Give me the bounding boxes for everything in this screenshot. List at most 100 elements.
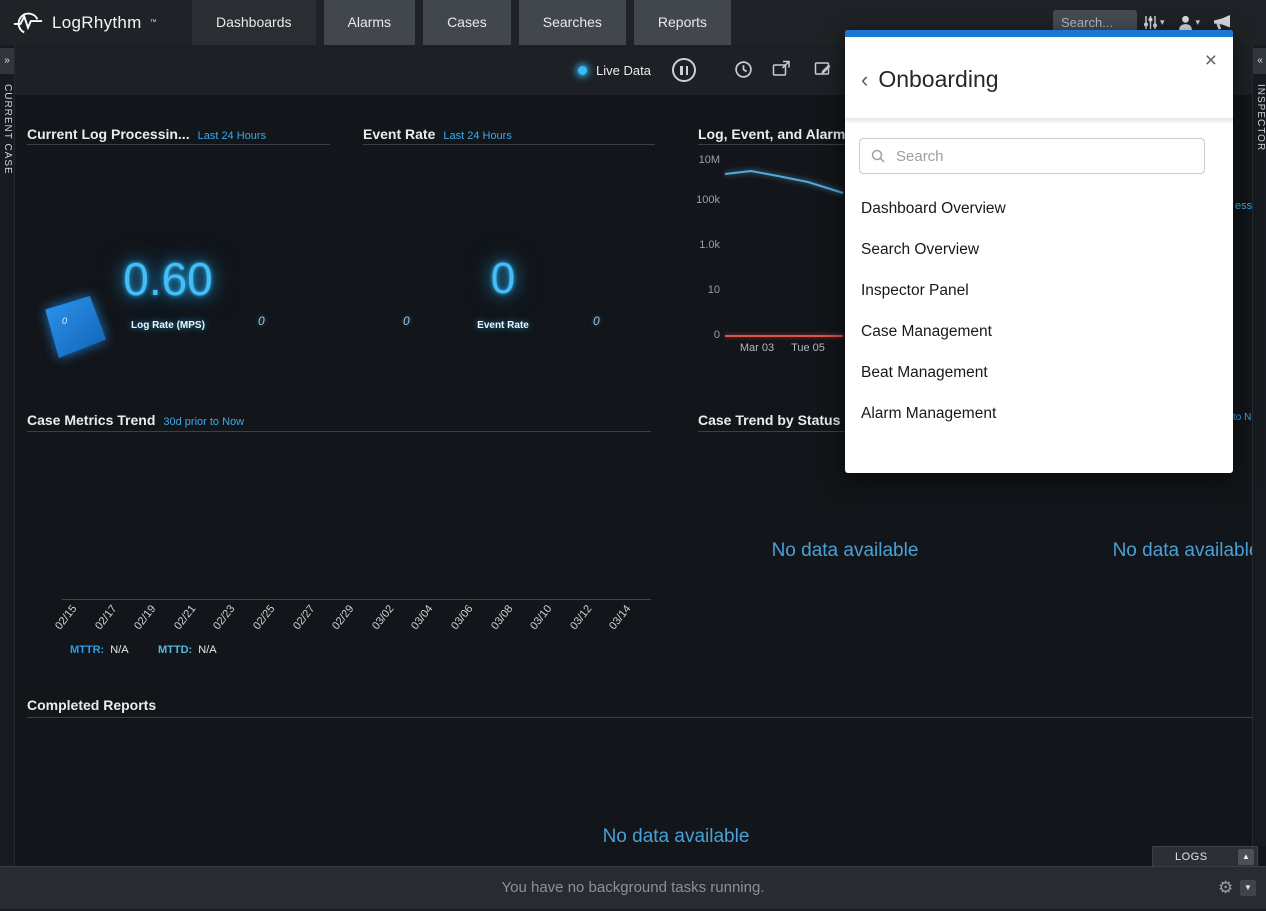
caret-down-icon: ▾	[1196, 17, 1201, 28]
divider	[27, 431, 651, 432]
truncated-label-fragment: to N	[1233, 412, 1251, 423]
onboarding-title: Onboarding	[878, 66, 998, 93]
gauge-max-label: 0	[258, 314, 265, 328]
panel-title: Case Metrics Trend	[27, 412, 155, 428]
time-range-button[interactable]	[734, 60, 753, 79]
export-window-icon	[772, 60, 791, 77]
mttr-value: N/A	[110, 644, 128, 656]
log-rate-gauge: 0	[44, 296, 106, 358]
back-icon[interactable]: ‹	[861, 69, 868, 91]
live-data-indicator-icon	[578, 66, 587, 75]
down-arrow-icon: ▼	[1244, 883, 1252, 892]
x-tick-label: 02/23	[202, 603, 237, 643]
background-tasks-status: You have no background tasks running.	[0, 867, 1266, 909]
expand-current-case-button[interactable]: »	[0, 48, 14, 74]
x-tick-label: 03/10	[519, 603, 554, 643]
logo[interactable]: LogRhythm ™	[12, 0, 157, 45]
panel-title: Current Log Processin...	[27, 126, 190, 142]
gear-icon: ⚙	[1218, 878, 1233, 897]
primary-tabs: Dashboards Alarms Cases Searches Reports	[192, 0, 731, 45]
x-axis-tick: Mar 03	[735, 342, 779, 354]
tab-reports[interactable]: Reports	[634, 0, 731, 45]
onboarding-item-search-overview[interactable]: Search Overview	[845, 229, 1233, 270]
divider	[698, 144, 848, 145]
divider	[363, 144, 655, 145]
y-axis-tick: 10M	[690, 154, 720, 166]
x-tick-label: 03/06	[440, 603, 475, 643]
add-widget-button[interactable]	[772, 60, 791, 77]
logo-text: LogRhythm	[52, 13, 142, 33]
panel-header-event-rate: Event Rate Last 24 Hours	[363, 126, 512, 142]
onboarding-item-alarm-management[interactable]: Alarm Management	[845, 393, 1233, 434]
panel-title: Event Rate	[363, 126, 435, 142]
log-event-alarm-chart	[723, 152, 845, 344]
x-tick-label: 02/21	[163, 603, 198, 643]
live-data-status: Live Data	[578, 45, 651, 95]
current-case-drawer: » CURRENT CASE	[0, 45, 15, 866]
y-axis-tick: 1.0k	[690, 239, 720, 251]
edit-dashboard-button[interactable]	[814, 60, 833, 77]
pause-icon	[680, 66, 683, 75]
panel-range: Last 24 Hours	[198, 130, 266, 142]
current-case-tab[interactable]: CURRENT CASE	[2, 84, 13, 175]
event-rate-label: Event Rate	[433, 320, 573, 331]
onboarding-item-beat-management[interactable]: Beat Management	[845, 352, 1233, 393]
pause-icon	[686, 66, 689, 75]
tab-alarms[interactable]: Alarms	[324, 0, 416, 45]
x-tick-label: 02/27	[282, 603, 317, 643]
onboarding-popover: ‹ Onboarding × Dashboard Overview Search…	[845, 30, 1233, 473]
panel-header-log-processing: Current Log Processin... Last 24 Hours	[27, 126, 266, 142]
tab-cases[interactable]: Cases	[423, 0, 511, 45]
announcements-button[interactable]	[1212, 14, 1233, 31]
double-arrow-left-icon: «	[1257, 55, 1263, 66]
pause-live-data-button[interactable]	[672, 58, 696, 82]
close-icon: ×	[1205, 49, 1217, 72]
expand-inspector-button[interactable]: «	[1253, 48, 1266, 74]
divider	[27, 144, 330, 145]
divider	[27, 717, 1257, 718]
expand-logs-button[interactable]: ▲	[1238, 849, 1254, 865]
panel-header-case-metrics: Case Metrics Trend 30d prior to Now	[27, 412, 244, 428]
up-arrow-icon: ▲	[1242, 852, 1250, 861]
panel-header-case-trend: Case Trend by Status	[698, 412, 840, 428]
x-tick-label: 03/14	[598, 603, 633, 643]
caret-down-icon: ▾	[1160, 17, 1165, 28]
x-tick-label: 03/08	[480, 603, 515, 643]
panel-title: Completed Reports	[27, 697, 156, 713]
y-axis-tick: 100k	[690, 194, 720, 206]
close-button[interactable]: ×	[1205, 50, 1217, 71]
onboarding-item-dashboard-overview[interactable]: Dashboard Overview	[845, 188, 1233, 229]
search-icon	[870, 148, 886, 164]
x-axis-tick: Tue 05	[786, 342, 830, 354]
inspector-tab[interactable]: INSPECTOR	[1255, 84, 1266, 151]
header-shadow	[845, 118, 1233, 124]
panel-title: Log, Event, and Alarm	[698, 126, 845, 142]
onboarding-topic-list: Dashboard Overview Search Overview Inspe…	[845, 188, 1233, 434]
status-bar: You have no background tasks running. ⚙ …	[0, 866, 1266, 909]
logs-panel-tab[interactable]: LOGS ▲	[1152, 846, 1258, 866]
live-data-label: Live Data	[596, 63, 651, 78]
collapse-status-bar-button[interactable]: ▼	[1240, 880, 1256, 896]
tab-searches[interactable]: Searches	[519, 0, 626, 45]
onboarding-search-box	[859, 138, 1205, 174]
panel-header-completed-reports: Completed Reports	[27, 697, 156, 713]
x-axis-line	[62, 599, 651, 600]
user-menu-button[interactable]: ▾	[1177, 14, 1201, 31]
tasks-settings-button[interactable]: ⚙	[1212, 867, 1239, 909]
user-icon	[1177, 14, 1194, 31]
onboarding-search-input[interactable]	[894, 147, 1194, 166]
gauge-min-label: 0	[403, 314, 410, 328]
onboarding-item-case-management[interactable]: Case Management	[845, 311, 1233, 352]
tab-dashboards[interactable]: Dashboards	[192, 0, 316, 45]
edit-window-icon	[814, 60, 833, 77]
mttd-metric: MTTD: N/A	[158, 644, 217, 656]
onboarding-item-inspector-panel[interactable]: Inspector Panel	[845, 270, 1233, 311]
megaphone-icon	[1212, 14, 1233, 31]
x-tick-label: 03/12	[559, 603, 594, 643]
filter-settings-button[interactable]: ▾	[1143, 15, 1165, 30]
mttd-label: MTTD:	[158, 644, 192, 656]
x-tick-label: 02/19	[123, 603, 158, 643]
logrhythm-mark-icon	[12, 10, 44, 36]
gauge-max-label: 0	[593, 314, 600, 328]
x-tick-label: 02/15	[44, 603, 79, 643]
